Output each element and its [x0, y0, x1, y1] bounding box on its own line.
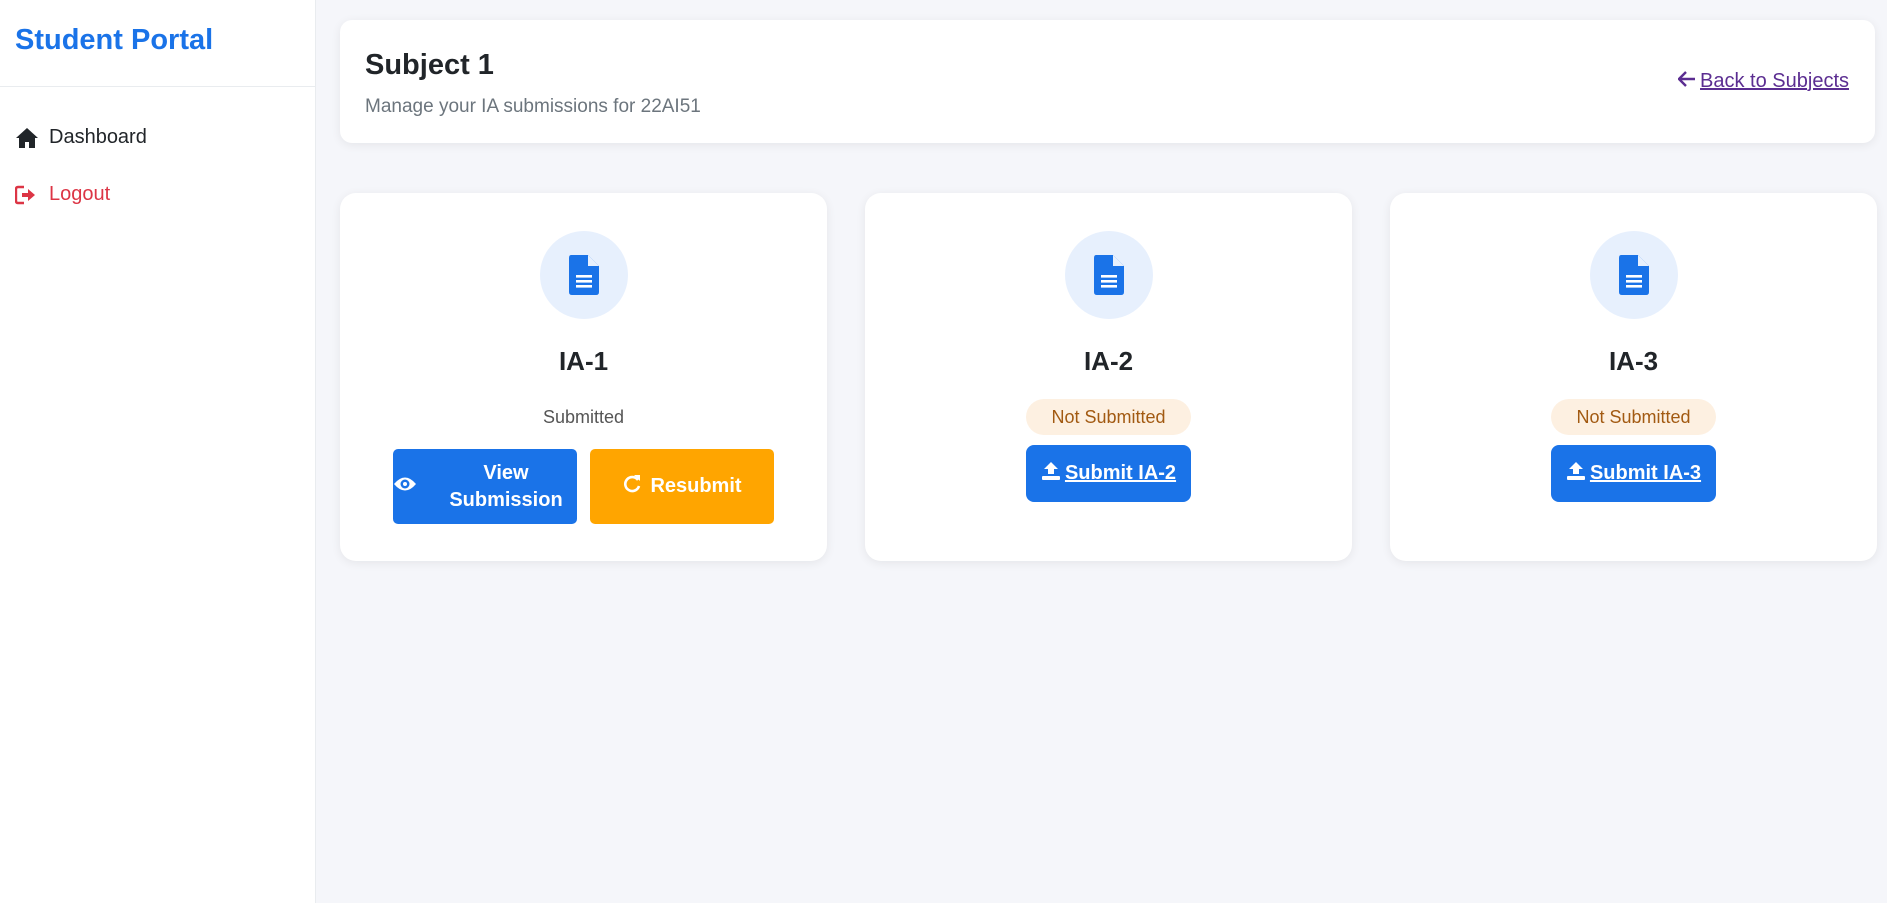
- page-title: Subject 1: [365, 49, 494, 81]
- back-link-label: Back to Subjects: [1700, 70, 1849, 92]
- view-submission-label: View Submission: [449, 461, 563, 511]
- page-header: Subject 1 Manage your IA submissions for…: [340, 20, 1875, 143]
- app-root: Student Portal Dashboard Logout Subject …: [0, 0, 1887, 903]
- ia-card-1: IA-1 Submitted View Submission Resubmit: [340, 193, 827, 561]
- document-icon: [1618, 255, 1649, 295]
- upload-icon: [1041, 461, 1061, 487]
- eye-icon: [393, 475, 417, 499]
- ia-1-actions: View Submission Resubmit: [393, 449, 774, 524]
- status-text: Submitted: [542, 406, 625, 427]
- document-icon: [568, 255, 599, 295]
- submit-ia-2-button[interactable]: Submit IA-2: [1025, 445, 1192, 502]
- sidebar-item-label: Logout: [49, 183, 111, 205]
- sidebar-nav: Dashboard Logout: [0, 87, 315, 223]
- redo-icon: [622, 474, 642, 500]
- document-icon: [1093, 255, 1124, 295]
- submit-label: Submit IA-3: [1589, 462, 1702, 484]
- sidebar-item-dashboard[interactable]: Dashboard: [0, 109, 315, 166]
- sidebar-item-label: Dashboard: [49, 126, 147, 148]
- upload-icon: [1566, 461, 1586, 487]
- back-to-subjects-link[interactable]: Back to Subjects: [1677, 70, 1849, 93]
- arrow-left-icon: [1677, 70, 1696, 93]
- resubmit-label: Resubmit: [650, 475, 742, 497]
- document-icon-badge: [1589, 231, 1678, 319]
- home-icon: [15, 127, 49, 149]
- page-subtitle: Manage your IA submissions for 22AI51: [365, 96, 701, 117]
- ia-card-3: IA-3 Not Submitted Submit IA-3: [1390, 193, 1877, 561]
- sidebar-item-logout[interactable]: Logout: [0, 166, 315, 223]
- main-content: Subject 1 Manage your IA submissions for…: [316, 0, 1887, 903]
- brand-title: Student Portal: [0, 0, 315, 87]
- ia-card-2: IA-2 Not Submitted Submit IA-2: [865, 193, 1352, 561]
- view-submission-button[interactable]: View Submission: [393, 449, 577, 524]
- submit-ia-3-button[interactable]: Submit IA-3: [1550, 445, 1717, 502]
- sidebar: Student Portal Dashboard Logout: [0, 0, 316, 903]
- ia-title: IA-2: [1083, 346, 1134, 376]
- status-badge: Not Submitted: [1551, 399, 1716, 435]
- ia-title: IA-3: [1608, 346, 1659, 376]
- document-icon-badge: [539, 231, 628, 319]
- status-badge: Not Submitted: [1026, 399, 1191, 435]
- ia-cards: IA-1 Submitted View Submission Resubmit …: [340, 193, 1877, 561]
- document-icon-badge: [1064, 231, 1153, 319]
- resubmit-button[interactable]: Resubmit: [590, 449, 774, 524]
- ia-title: IA-1: [558, 346, 609, 376]
- logout-icon: [15, 185, 49, 205]
- submit-label: Submit IA-2: [1064, 462, 1177, 484]
